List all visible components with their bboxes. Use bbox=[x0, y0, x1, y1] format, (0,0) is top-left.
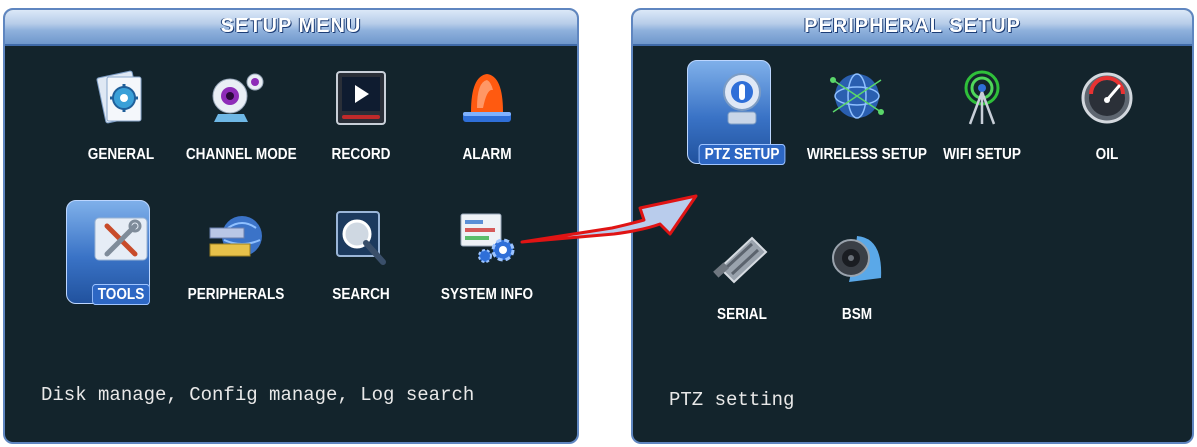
peripheral-setup-title-bar: PERIPHERAL SETUP bbox=[633, 10, 1192, 46]
menu-item-search-label: SEARCH bbox=[332, 286, 390, 303]
setup-menu-title-bar: SETUP MENU bbox=[5, 10, 577, 46]
fuel-gauge-icon bbox=[1081, 72, 1133, 124]
peripheral-item-ptz-setup-label: PTZ SETUP bbox=[698, 144, 786, 165]
peripheral-setup-title: PERIPHERAL SETUP bbox=[804, 15, 1021, 37]
peripherals-icon bbox=[209, 216, 262, 257]
peripheral-item-serial-label: SERIAL bbox=[717, 306, 767, 323]
peripheral-item-bsm-label: BSM bbox=[841, 306, 873, 323]
status-description: PTZ setting bbox=[669, 389, 795, 411]
menu-item-peripherals-label: PERIPHERALS bbox=[187, 286, 285, 303]
ptz-camera-icon bbox=[723, 73, 761, 125]
menu-item-peripherals[interactable]: PERIPHERALS bbox=[177, 200, 295, 320]
globe-network-icon bbox=[830, 73, 884, 119]
peripheral-item-oil-label: OIL bbox=[1095, 146, 1119, 163]
system-info-icon bbox=[460, 213, 515, 263]
search-icon bbox=[336, 211, 386, 265]
peripheral-item-wifi-setup-label: WIFI SETUP bbox=[943, 146, 1021, 163]
menu-item-record-label: RECORD bbox=[331, 146, 391, 163]
setup-menu-title: SETUP MENU bbox=[220, 15, 362, 37]
menu-item-general[interactable]: GENERAL bbox=[62, 60, 180, 180]
navigation-arrow-icon bbox=[520, 194, 698, 244]
menu-item-search[interactable]: SEARCH bbox=[302, 200, 420, 320]
alarm-icon bbox=[463, 74, 511, 122]
general-icon bbox=[96, 70, 142, 124]
webcam-icon bbox=[212, 73, 264, 122]
menu-item-channel-mode-label: CHANNEL MODE bbox=[185, 146, 297, 163]
serial-port-icon bbox=[713, 236, 768, 284]
menu-item-general-label: GENERAL bbox=[87, 146, 155, 163]
peripheral-item-ptz-setup[interactable]: PTZ SETUP bbox=[683, 60, 801, 180]
record-icon bbox=[336, 71, 386, 125]
peripheral-item-wireless-setup[interactable]: WIRELESS SETUP bbox=[798, 60, 927, 180]
menu-item-alarm-label: ALARM bbox=[462, 146, 512, 163]
menu-item-tools[interactable]: TOOLS bbox=[62, 200, 180, 320]
menu-item-alarm[interactable]: ALARM bbox=[428, 60, 546, 180]
wifi-antenna-icon bbox=[964, 70, 1000, 125]
peripheral-item-wireless-setup-label: WIRELESS SETUP bbox=[806, 146, 928, 163]
menu-item-channel-mode[interactable]: CHANNEL MODE bbox=[177, 60, 297, 180]
peripheral-item-wifi-setup[interactable]: WIFI SETUP bbox=[923, 60, 1041, 180]
setup-menu-panel: SETUP MENU GENERAL CHANNEL MODE RECORD A… bbox=[3, 8, 579, 444]
speaker-icon bbox=[832, 236, 882, 282]
menu-item-system-info-label: SYSTEM INFO bbox=[440, 286, 534, 303]
menu-item-tools-label: TOOLS bbox=[91, 284, 151, 305]
status-description: Disk manage, Config manage, Log search bbox=[41, 384, 475, 406]
menu-item-record[interactable]: RECORD bbox=[302, 60, 420, 180]
peripheral-item-bsm[interactable]: BSM bbox=[798, 220, 916, 340]
peripheral-item-oil[interactable]: OIL bbox=[1048, 60, 1166, 180]
tools-icon bbox=[94, 217, 148, 261]
